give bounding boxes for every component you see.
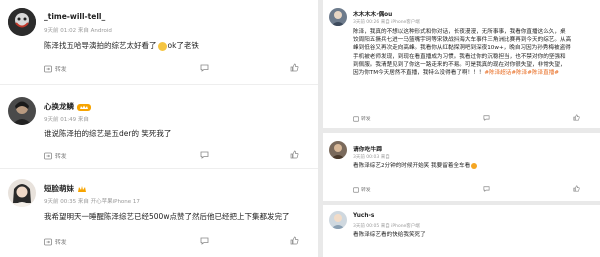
comment-post-2: 心换龙鳞 9天前 01:49 来自 谁说陈泽拍的综艺是五der的 笑死我了 转发: [0, 85, 318, 168]
hashtag-link[interactable]: #陈泽超话#陈泽#陈泽直播#: [484, 70, 559, 76]
comment-post-3: 短脸萌妹 9天前 00:35 来自 开心苹果iPhone 17 我希望明天一睡醒…: [0, 169, 318, 257]
repost-label: 转发: [55, 67, 67, 73]
avatar[interactable]: [8, 8, 36, 36]
comment-line: 看陈泽综艺2分钟的时候开始笑 我要留着全车看: [353, 163, 471, 169]
comment-icon[interactable]: [200, 151, 209, 159]
comment-line: 因为你TM今天居然不直播，我特么没得看了啊！！！: [353, 70, 485, 77]
comment-text-main: 陈泽找五哈导演拍的综艺太好看了: [44, 41, 157, 50]
like-icon[interactable]: [573, 185, 580, 192]
repost-icon: [44, 238, 52, 245]
comment-text: 我希望明天一睡醒陈泽综艺已经500w点赞了然后他已经把上下集都发完了: [44, 212, 290, 221]
username[interactable]: _time-will-tell_: [44, 12, 105, 21]
comment-line: 到佩服。我清楚见到了你这一路走来的不易。可是我真的现在对你很失望，非常失望，: [353, 61, 566, 68]
left-comment-panel: _time-will-tell_ 9天前 01:02 来自 Android 陈泽…: [0, 0, 318, 257]
username[interactable]: 短脸萌妹: [44, 183, 87, 194]
comment-line: 陈泽，我真的不想以这种形式和你对话，长夜漫漫，无所事事，我看你直播这么久，桌: [353, 29, 566, 35]
comment-text: 看陈泽综艺2分钟的时候开始笑 我要留着全车看: [353, 162, 478, 170]
post-meta: 3天前 00:05 来自 iPhone客户端: [353, 224, 420, 229]
comment-line: 饺周阳五撅兵七进一马篮嘴宇珂等宋铁战抖海大车事件三角洲比赛再到今天的综艺。从高: [353, 37, 572, 44]
repost-icon: [353, 186, 359, 193]
repost-button[interactable]: 转发: [44, 64, 67, 73]
repost-button[interactable]: 转发: [44, 151, 67, 160]
repost-label: 转发: [361, 188, 371, 193]
post-meta: 3天前 00:03 来自: [353, 155, 390, 160]
comment-text: 看陈泽综艺看的快给我笑死了: [353, 232, 426, 238]
repost-label: 转发: [55, 154, 67, 160]
avatar[interactable]: [8, 179, 36, 207]
right-comment-2: 请你吃牛蹄 3天前 00:03 来自 看陈泽综艺2分钟的时候开始笑 我要留着全车…: [323, 133, 600, 201]
vip-crown-icon: [76, 103, 91, 111]
right-comment-3: Yuch-s 3天前 00:05 来自 iPhone客户端 看陈泽综艺看的快给我…: [323, 205, 600, 257]
repost-button[interactable]: 转发: [353, 115, 371, 122]
repost-label: 转发: [361, 117, 371, 122]
comment-icon[interactable]: [200, 237, 209, 245]
like-icon[interactable]: [290, 236, 299, 245]
avatar[interactable]: [329, 211, 347, 229]
like-icon[interactable]: [573, 114, 580, 121]
username[interactable]: Yuch-s: [353, 213, 374, 219]
comment-text: 谁说陈泽拍的综艺是五der的 笑死我了: [44, 129, 172, 138]
like-icon[interactable]: [290, 63, 299, 72]
laugh-emoji-icon: [471, 162, 478, 169]
like-icon[interactable]: [290, 150, 299, 159]
avatar[interactable]: [329, 141, 347, 159]
repost-label: 转发: [55, 240, 67, 246]
avatar[interactable]: [8, 97, 36, 125]
comment-line: 峰到低谷又再次走向高峰。我看你从红黏探洞吧到深夜10w+，晚自习因为孙秀梅被盗得: [353, 45, 571, 52]
repost-icon: [44, 152, 52, 159]
repost-button[interactable]: 转发: [44, 237, 67, 246]
username[interactable]: 心换龙鳞: [44, 101, 91, 112]
comment-post-1: _time-will-tell_ 9天前 01:02 来自 Android 陈泽…: [0, 0, 318, 84]
comment-icon[interactable]: [483, 115, 490, 121]
comment-text-suffix: ok了老铁: [167, 41, 199, 50]
right-comment-long: 木木木木·偶ou 3天前 00:26 来自 iPhone客户端 陈泽，我真的不想…: [323, 0, 600, 128]
comment-line: 手机被老师发现，到现在看直播成为习惯。我看过你的沉稳担当，也不禁对你的坚强和: [353, 53, 566, 60]
post-meta: 9天前 00:35 来自 开心苹果iPhone 17: [44, 199, 140, 205]
avatar[interactable]: [329, 8, 347, 26]
crown-icon: [77, 185, 86, 192]
comment-text: 陈泽找五哈导演拍的综艺太好看了 ok了老铁: [44, 40, 199, 51]
comment-text: 陈泽，我真的不想以这种形式和你对话，长夜漫漫，无所事事，我看你直播这么久，桌 饺…: [353, 28, 596, 77]
post-meta: 9天前 01:49 来自: [44, 117, 89, 123]
username-text: 短脸萌妹: [44, 184, 74, 193]
comment-icon[interactable]: [483, 186, 490, 192]
repost-icon: [44, 65, 52, 72]
username-text: 心换龙鳞: [44, 102, 74, 111]
comment-icon[interactable]: [200, 64, 209, 72]
clap-emoji-icon: [157, 41, 167, 51]
repost-icon: [353, 115, 359, 122]
repost-button[interactable]: 转发: [353, 186, 371, 193]
post-meta: 3天前 00:26 来自 iPhone客户端: [353, 20, 420, 25]
username[interactable]: 木木木木·偶ou: [353, 9, 392, 18]
username[interactable]: 请你吃牛蹄: [353, 144, 382, 153]
post-meta: 9天前 01:02 来自 Android: [44, 28, 112, 34]
